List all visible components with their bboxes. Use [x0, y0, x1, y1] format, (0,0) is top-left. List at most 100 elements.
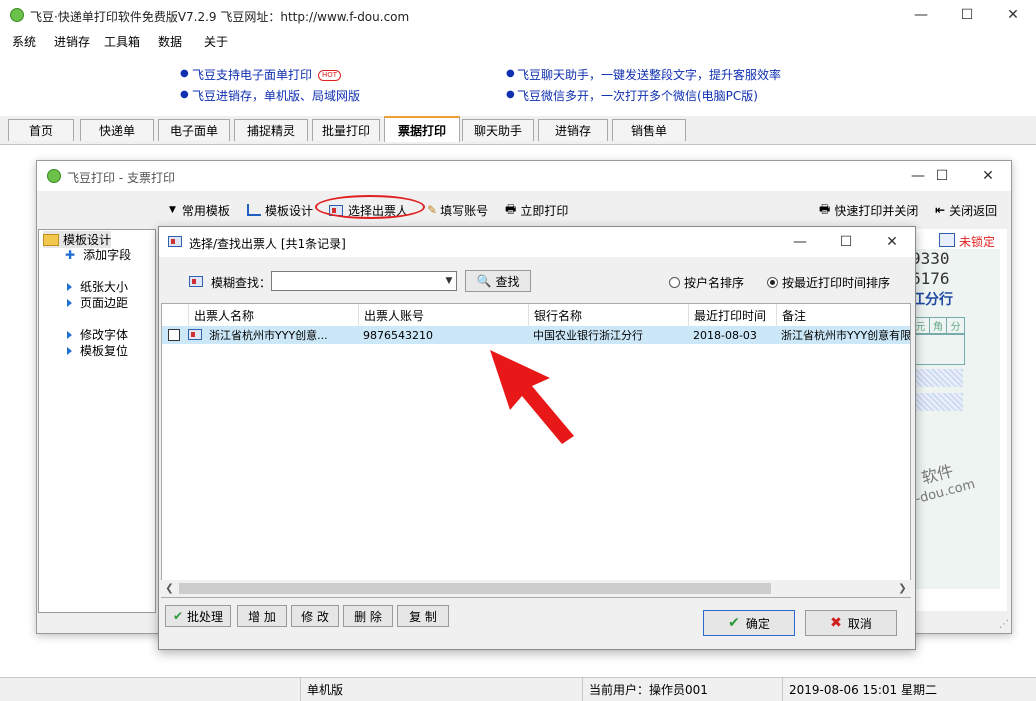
edit-button[interactable]: 修 改 [291, 605, 339, 627]
annotation-ellipse [315, 195, 425, 219]
check-preview: 未锁定 9330 6176 江分行 元 角 分 软件 f-dou.com [907, 229, 1007, 611]
tree-item-page-margin[interactable]: 页面边距 [67, 294, 128, 311]
close-icon[interactable]: ✕ [965, 161, 1011, 191]
column-header-note[interactable]: 备注 [776, 304, 910, 326]
tree-item-label: 添加字段 [83, 248, 132, 262]
triangle-icon [67, 330, 72, 339]
status-datetime: 2019-08-06 15:01 星期二 [782, 678, 1036, 701]
search-input[interactable] [271, 271, 457, 291]
cell-name: 浙江省杭州市YYY创意... [209, 329, 328, 342]
copy-button[interactable]: 复 制 [397, 605, 449, 627]
bullet-icon: ● [506, 89, 515, 100]
bullet-icon: ● [180, 89, 189, 100]
triangle-icon [67, 298, 72, 307]
cancel-button[interactable]: ✖ 取消 [805, 610, 897, 636]
menu-bar: 系统 进销存 工具箱 数据 关于 [0, 30, 1036, 52]
column-header-bank[interactable]: 银行名称 [528, 304, 688, 326]
check-toolbar: ▼ 常用模板 模板设计 选择出票人 ✎ 填写账号 🖶 立即打印 🖶 快速打印并关闭 ⇤ 关… [37, 197, 1011, 223]
batch-button[interactable]: ✔ 批处理 [165, 605, 231, 627]
sort-by-recent-label: 按最近打印时间排序 [782, 276, 891, 290]
tab-batch[interactable]: 批量打印 [312, 119, 380, 141]
search-label: 模糊查找： [211, 276, 272, 290]
pattern-box [915, 369, 963, 387]
pattern-box [915, 393, 963, 411]
menu-inventory[interactable]: 进销存 [54, 33, 90, 50]
scrollbar-thumb[interactable] [179, 583, 771, 594]
check-dialog-title: 飞豆打印 - 支票打印 [67, 171, 175, 185]
close-icon[interactable]: ✕ [869, 227, 915, 257]
tab-express[interactable]: 快递单 [80, 119, 154, 141]
tree-item-template-reset[interactable]: 模板复位 [67, 342, 128, 359]
delete-button[interactable]: 删 除 [343, 605, 393, 627]
status-bar: 单机版 当前用户：操作员001 2019-08-06 15:01 星期二 [0, 677, 1036, 701]
minimize-icon[interactable]: — [777, 227, 823, 257]
amount-box [911, 333, 965, 365]
column-header-last-print[interactable]: 最近打印时间 [688, 304, 776, 326]
column-header-account[interactable]: 出票人账号 [358, 304, 528, 326]
dropdown-arrow-icon: ▼ [169, 205, 176, 215]
unit-label: 角 [930, 318, 948, 334]
tree-item-paper-size[interactable]: 纸张大小 [67, 278, 128, 295]
maximize-icon[interactable]: ☐ [944, 0, 990, 30]
hot-badge: HOT [318, 70, 342, 81]
cell-note: 浙江省杭州市YYY创意有限 [781, 329, 911, 342]
annotation-arrow [490, 350, 574, 444]
menu-system[interactable]: 系统 [12, 33, 36, 50]
lock-checkbox[interactable] [939, 233, 955, 247]
folder-icon [43, 233, 59, 246]
print-now-label: 立即打印 [520, 203, 569, 218]
status-user: 当前用户：操作员001 [582, 678, 782, 701]
ok-button[interactable]: ✔ 确定 [703, 610, 795, 636]
minimize-icon[interactable]: — [898, 0, 944, 30]
quick-print-close-label: 快速打印并关闭 [834, 203, 919, 218]
chevron-down-icon[interactable]: ▼ [441, 271, 457, 291]
common-template-button[interactable]: ▼ 常用模板 [169, 201, 230, 219]
menu-data[interactable]: 数据 [158, 33, 182, 50]
promo-link-inventory[interactable]: 飞豆进销存，单机版、局域网版 [192, 87, 360, 104]
radio-icon [767, 277, 778, 288]
lock-status: 未锁定 [959, 235, 996, 249]
chevron-right-icon[interactable]: ❯ [894, 580, 911, 597]
table-header: 出票人名称 出票人账号 银行名称 最近打印时间 备注 [162, 304, 910, 327]
tab-sales[interactable]: 销售单 [612, 119, 686, 141]
quick-print-close-button[interactable]: 🖶 快速打印并关闭 [819, 201, 918, 219]
tab-eorder[interactable]: 电子面单 [158, 119, 230, 141]
check-dialog-title-bar: 飞豆打印 - 支票打印 — ☐ ✕ [37, 161, 1011, 191]
unit-label: 分 [950, 322, 961, 333]
add-button[interactable]: 增 加 [237, 605, 287, 627]
fill-account-button[interactable]: ✎ 填写账号 [427, 201, 488, 219]
sort-by-recent-radio[interactable]: 按最近打印时间排序 [767, 274, 890, 291]
row-checkbox[interactable] [168, 329, 180, 341]
promo-link-eorder[interactable]: 飞豆支持电子面单打印 HOT [192, 66, 342, 83]
close-icon[interactable]: ✕ [990, 0, 1036, 30]
tree-item-add-field[interactable]: ✚ 添加字段 [65, 246, 131, 263]
resize-grip-icon[interactable]: ⋰ [999, 619, 1009, 630]
menu-about[interactable]: 关于 [204, 33, 228, 50]
menu-toolbox[interactable]: 工具箱 [104, 33, 140, 50]
tab-home[interactable]: 首页 [8, 119, 74, 141]
chevron-left-icon[interactable]: ❮ [161, 580, 178, 597]
sort-by-name-radio[interactable]: 按户名排序 [669, 274, 744, 291]
maximize-icon[interactable]: ☐ [919, 161, 965, 191]
column-header-name[interactable]: 出票人名称 [188, 304, 358, 326]
tab-capture[interactable]: 捕捉精灵 [234, 119, 308, 141]
horizontal-scrollbar[interactable]: ❮ ❯ [161, 580, 911, 597]
close-return-button[interactable]: ⇤ 关闭返回 [935, 201, 997, 219]
tab-chat[interactable]: 聊天助手 [462, 119, 534, 141]
promo-link-wechat[interactable]: 飞豆微信多开，一次打开多个微信(电脑PC版) [517, 87, 758, 104]
tab-bill-print[interactable]: 票据打印 [384, 116, 460, 142]
fill-account-label: 填写账号 [440, 203, 489, 218]
template-tree: 模板设计 ✚ 添加字段 纸张大小 页面边距 修改字体 模板复位 [38, 229, 156, 613]
promo-link-chat[interactable]: 飞豆聊天助手，一键发送整段文字，提升客服效率 [517, 66, 781, 83]
print-now-button[interactable]: 🖶 立即打印 [505, 201, 568, 219]
tree-item-change-font[interactable]: 修改字体 [67, 326, 128, 343]
ok-button-label: 确定 [745, 616, 770, 631]
tab-inventory[interactable]: 进销存 [538, 119, 608, 141]
search-button[interactable]: 🔍 查找 [465, 270, 531, 292]
maximize-icon[interactable]: ☐ [823, 227, 869, 257]
check-number: 6176 [911, 269, 950, 288]
common-template-label: 常用模板 [181, 203, 230, 218]
template-design-button[interactable]: 模板设计 [247, 201, 313, 219]
promo-link-text: 飞豆支持电子面单打印 [192, 68, 313, 82]
printer-icon: 🖶 [505, 201, 517, 216]
